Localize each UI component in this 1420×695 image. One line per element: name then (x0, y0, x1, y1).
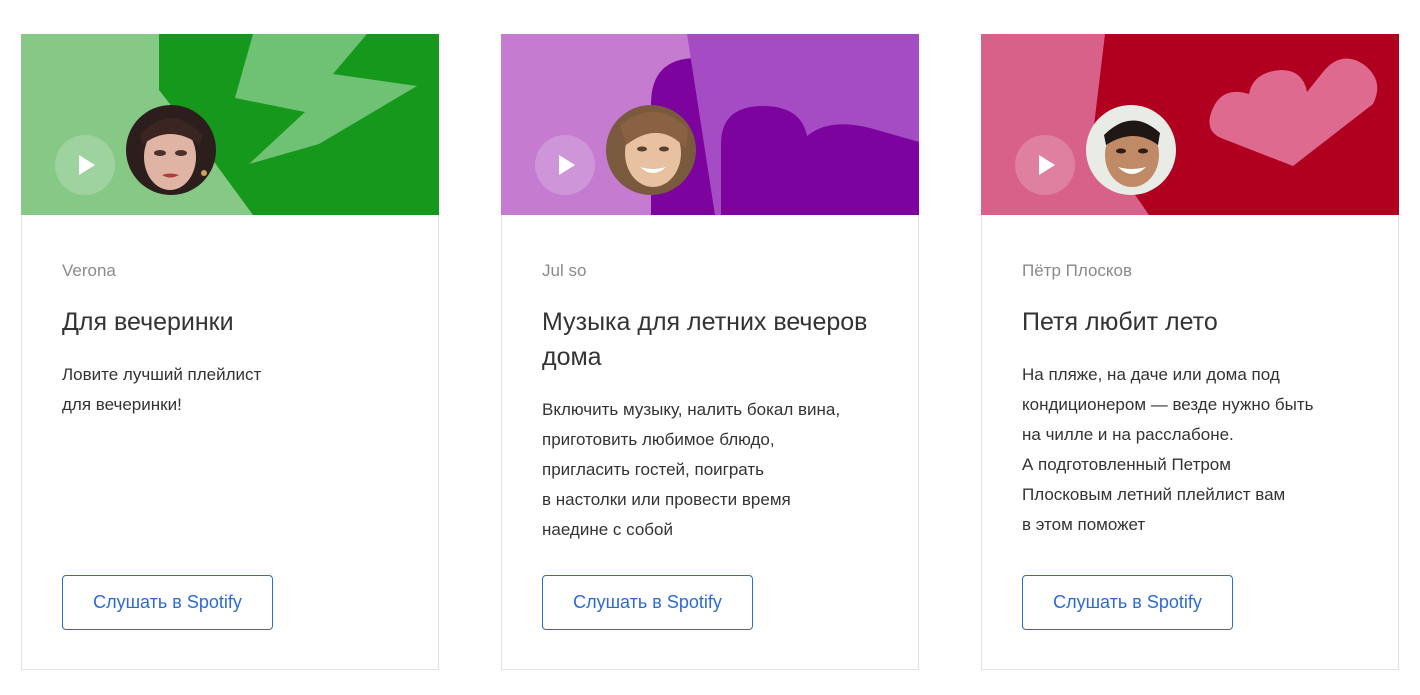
author-avatar (126, 105, 216, 195)
playlist-description: Ловите лучший плейлист для вечеринки! (62, 360, 402, 420)
playlist-card-verona: Verona Для вечеринки Ловите лучший плейл… (21, 34, 439, 670)
playlist-cover (21, 34, 439, 215)
description-line: наедине с собой (542, 520, 673, 539)
play-button[interactable] (535, 135, 595, 195)
play-button[interactable] (55, 135, 115, 195)
description-line: Ловите лучший плейлист (62, 365, 262, 384)
playlist-cover (981, 34, 1399, 215)
playlist-description: На пляже, на даче или дома под кондицион… (1022, 360, 1362, 540)
description-line: в этом поможет (1022, 515, 1146, 534)
description-line: На пляже, на даче или дома под (1022, 365, 1280, 384)
playlist-card-petr-ploskov: Пётр Плосков Петя любит лето На пляже, н… (981, 34, 1399, 670)
description-line: кондиционером — везде нужно быть (1022, 395, 1314, 414)
description-line: Включить музыку, налить бокал вина, (542, 400, 841, 419)
description-line: Плосковым летний плейлист вам (1022, 485, 1286, 504)
listen-in-spotify-button[interactable]: Слушать в Spotify (62, 575, 273, 630)
description-line: в настолки или провести время (542, 490, 791, 509)
author-avatar (1086, 105, 1176, 195)
playlist-author: Пётр Плосков (1022, 261, 1133, 280)
listen-in-spotify-button[interactable]: Слушать в Spotify (542, 575, 753, 630)
playlist-title: Для вечеринки (62, 308, 234, 336)
description-line: пригласить гостей, поиграть (542, 460, 765, 479)
author-avatar (606, 105, 696, 195)
playlist-card-jul-so: Jul so Музыка для летних вечеров дома Вк… (501, 34, 919, 670)
description-line: для вечеринки! (62, 395, 182, 414)
listen-in-spotify-button[interactable]: Слушать в Spotify (1022, 575, 1233, 630)
playlist-title: Петя любит лето (1022, 308, 1218, 336)
play-button[interactable] (1015, 135, 1075, 195)
playlist-title: Музыка для летних вечеров дома (542, 308, 868, 371)
playlist-author: Verona (62, 261, 116, 280)
playlist-cover (501, 34, 919, 215)
description-line: приготовить любимое блюдо, (542, 430, 775, 449)
playlist-author: Jul so (542, 261, 587, 280)
description-line: на чилле и на расслабоне. (1022, 425, 1234, 444)
playlist-description: Включить музыку, налить бокал вина, приг… (542, 395, 882, 545)
description-line: А подготовленный Петром (1022, 455, 1231, 474)
